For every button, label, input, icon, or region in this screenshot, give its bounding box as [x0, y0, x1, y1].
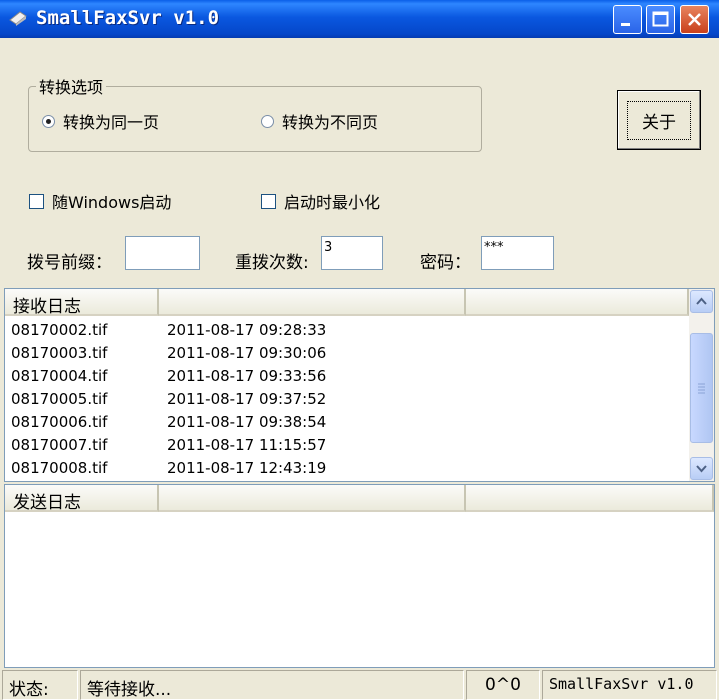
maximize-button[interactable] — [646, 5, 675, 34]
timestamp-cell: 2011-08-17 12:43:19 — [167, 459, 327, 477]
minimize-button[interactable] — [613, 5, 642, 34]
file-name-cell: 08170005.tif — [11, 390, 108, 408]
table-row[interactable]: 08170008.tif 2011-08-17 12:43:19 — [5, 457, 463, 480]
timestamp-cell: 2011-08-17 09:30:06 — [167, 344, 327, 362]
start-with-windows-box[interactable] — [29, 193, 44, 209]
title-bar[interactable]: SmallFaxSvr v1.0 — [0, 0, 719, 38]
password-input[interactable]: *** — [481, 236, 554, 270]
receive-log-list[interactable]: 接收日志 08170002.tif 2011-08-17 09:28:33 0817… — [4, 288, 715, 482]
radio-different-page-label: 转换为不同页 — [282, 113, 379, 132]
close-icon — [688, 13, 701, 26]
grip-icon — [698, 383, 705, 394]
table-row[interactable]: 08170004.tif 2011-08-17 09:33:56 — [5, 365, 463, 388]
scroll-thumb[interactable] — [690, 333, 713, 443]
timestamp-cell: 2011-08-17 09:37:52 — [167, 390, 327, 408]
table-row[interactable]: 08170003.tif 2011-08-17 09:30:06 — [5, 342, 463, 365]
receive-log-column-3[interactable] — [466, 289, 689, 316]
file-name-cell: 08170002.tif — [11, 321, 108, 339]
receive-log-column-header[interactable]: 接收日志 — [5, 289, 159, 317]
timestamp-cell: 2011-08-17 11:15:57 — [167, 436, 327, 454]
send-log-column-header[interactable]: 发送日志 — [5, 485, 159, 513]
start-with-windows-checkbox[interactable]: 随Windows启动 — [29, 189, 171, 213]
table-row[interactable]: 08170007.tif 2011-08-17 11:15:57 — [5, 434, 463, 457]
file-name-cell: 08170003.tif — [11, 344, 108, 362]
minimize-on-start-checkbox[interactable]: 启动时最小化 — [261, 189, 380, 213]
receive-log-scrollbar[interactable] — [689, 289, 714, 481]
radio-different-page-indicator[interactable] — [261, 114, 274, 128]
scroll-up-button[interactable] — [690, 290, 713, 313]
file-name-cell: 08170007.tif — [11, 436, 108, 454]
file-name-cell: 08170004.tif — [11, 367, 108, 385]
receive-log-column-2[interactable] — [159, 289, 466, 316]
table-row[interactable]: 08170002.tif 2011-08-17 09:28:33 — [5, 319, 463, 342]
radio-same-page-label: 转换为同一页 — [63, 113, 160, 132]
send-log-column-2[interactable] — [159, 485, 466, 512]
start-with-windows-label: 随Windows启动 — [52, 193, 172, 212]
send-log-column-3[interactable] — [466, 485, 714, 512]
redial-count-label: 重拨次数: — [235, 253, 309, 273]
convert-options-label: 转换选项 — [36, 74, 107, 98]
table-row[interactable]: 08170006.tif 2011-08-17 09:38:54 — [5, 411, 463, 434]
chevron-up-icon — [696, 297, 707, 305]
radio-different-page[interactable]: 转换为不同页 — [261, 109, 378, 133]
status-label: 状态: — [2, 670, 78, 700]
about-button[interactable]: 关于 — [617, 90, 701, 150]
status-counter: 0^0 — [466, 670, 540, 700]
timestamp-cell: 2011-08-17 09:28:33 — [167, 321, 327, 339]
window-title: SmallFaxSvr v1.0 — [36, 7, 220, 29]
send-log-header: 发送日志 — [5, 485, 714, 513]
send-log-list[interactable]: 发送日志 — [4, 484, 715, 668]
fax-app-icon — [9, 11, 27, 26]
table-row[interactable]: 08170005.tif 2011-08-17 09:37:52 — [5, 388, 463, 411]
redial-count-input[interactable]: 3 — [321, 236, 383, 270]
status-message: 等待接收... — [80, 670, 464, 700]
minimize-on-start-label: 启动时最小化 — [284, 193, 381, 212]
close-window-button[interactable] — [680, 5, 709, 34]
receive-log-rows: 08170002.tif 2011-08-17 09:28:33 08170003.… — [5, 319, 463, 480]
timestamp-cell: 2011-08-17 09:33:56 — [167, 367, 327, 385]
receive-log-header: 接收日志 — [5, 289, 714, 317]
file-name-cell: 08170008.tif — [11, 459, 108, 477]
dial-prefix-label: 拨号前缀： — [27, 253, 112, 273]
scroll-down-button[interactable] — [690, 457, 713, 480]
status-app-name: SmallFaxSvr v1.0 — [542, 670, 717, 700]
radio-same-page[interactable]: 转换为同一页 — [42, 109, 159, 133]
radio-same-page-indicator[interactable] — [42, 114, 55, 128]
file-name-cell: 08170006.tif — [11, 413, 108, 431]
maximize-icon — [652, 11, 669, 27]
password-label: 密码： — [420, 253, 471, 273]
timestamp-cell: 2011-08-17 09:38:54 — [167, 413, 327, 431]
minimize-on-start-box[interactable] — [261, 193, 276, 209]
dial-prefix-input[interactable] — [125, 236, 200, 270]
about-button-label: 关于 — [627, 100, 691, 140]
chevron-down-icon — [696, 465, 707, 473]
minimize-icon — [621, 23, 630, 26]
status-bar: 状态: 等待接收... 0^0 SmallFaxSvr v1.0 — [0, 670, 719, 700]
